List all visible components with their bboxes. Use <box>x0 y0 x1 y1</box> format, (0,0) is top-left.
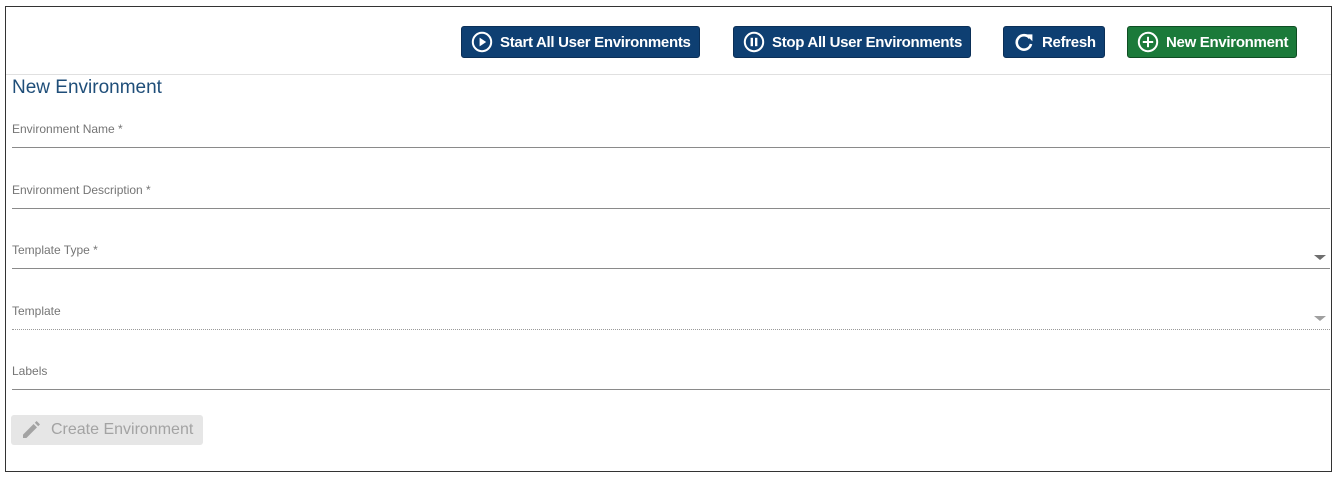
start-all-user-environments-button[interactable]: Start All User Environments <box>461 26 700 58</box>
refresh-button[interactable]: Refresh <box>1003 26 1105 58</box>
toolbar: Start All User Environments Stop All Use… <box>6 7 1331 75</box>
plus-circle-icon <box>1136 30 1160 54</box>
form-title: New Environment <box>12 77 162 98</box>
environment-name-underline <box>12 147 1330 148</box>
labels-underline <box>12 389 1330 390</box>
environment-name-input[interactable] <box>12 122 1330 148</box>
chevron-down-icon <box>1314 316 1326 321</box>
stop-all-user-environments-label: Stop All User Environments <box>772 33 963 51</box>
template-label: Template <box>12 304 61 318</box>
create-environment-label: Create Environment <box>51 421 194 438</box>
start-all-user-environments-label: Start All User Environments <box>500 33 691 51</box>
labels-input[interactable] <box>12 364 1330 390</box>
pause-circle-icon <box>742 30 766 54</box>
template-underline <box>12 329 1330 330</box>
new-environment-button[interactable]: New Environment <box>1127 26 1298 58</box>
refresh-label: Refresh <box>1042 33 1096 51</box>
environment-description-underline <box>12 208 1330 209</box>
stop-all-user-environments-button[interactable]: Stop All User Environments <box>733 26 972 58</box>
template-type-underline <box>12 268 1330 269</box>
template-type-label: Template Type * <box>12 243 98 257</box>
new-environment-label: New Environment <box>1166 33 1289 51</box>
pencil-icon <box>19 418 43 442</box>
chevron-down-icon <box>1314 255 1326 260</box>
environment-name-field[interactable]: Environment Name * <box>12 122 1330 148</box>
refresh-icon <box>1012 30 1036 54</box>
environment-panel: Start All User Environments Stop All Use… <box>5 6 1332 472</box>
labels-field[interactable]: Labels <box>12 364 1330 390</box>
play-circle-icon <box>470 30 494 54</box>
environment-description-input[interactable] <box>12 183 1330 209</box>
template-type-select[interactable]: Template Type * <box>12 243 1330 269</box>
template-select[interactable]: Template <box>12 304 1330 330</box>
create-environment-button[interactable]: Create Environment <box>11 415 203 445</box>
environment-description-field[interactable]: Environment Description * <box>12 183 1330 209</box>
